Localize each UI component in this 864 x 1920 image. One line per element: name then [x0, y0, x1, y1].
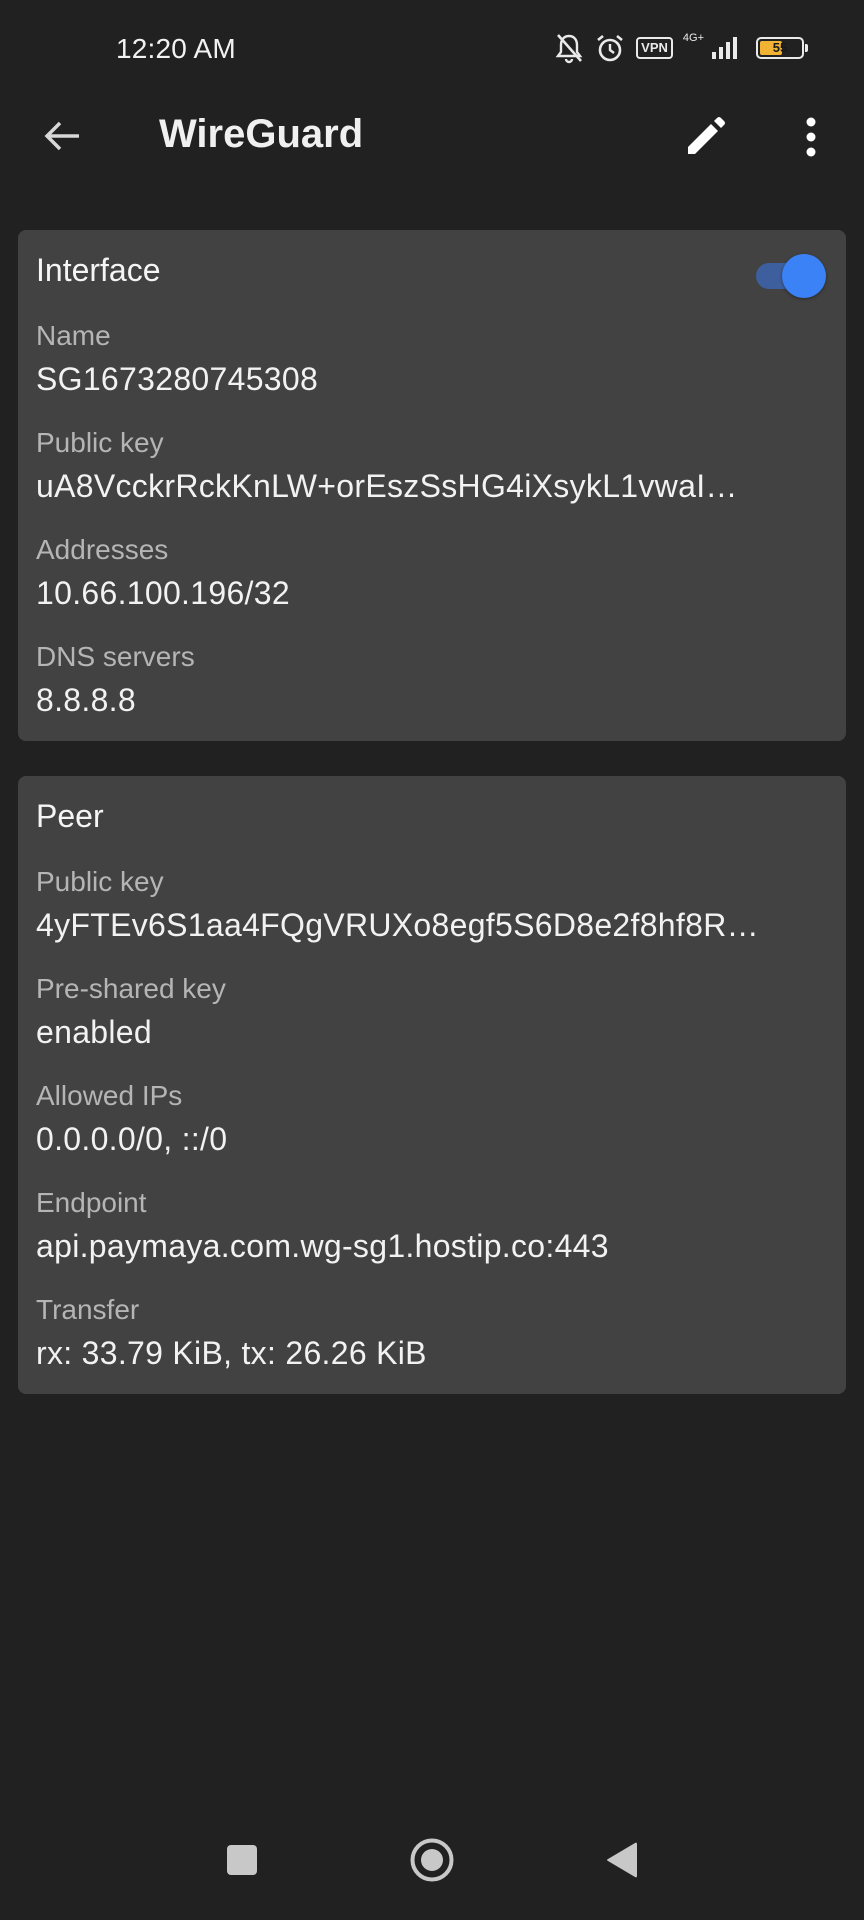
more-vert-icon — [806, 117, 816, 157]
name-label: Name — [36, 320, 111, 351]
dns-servers-value[interactable]: 8.8.8.8 — [36, 682, 836, 719]
interface-card: Interface Name SG1673280745308 Public ke… — [18, 230, 846, 741]
edit-button[interactable] — [680, 112, 730, 162]
nav-back-button[interactable] — [592, 1830, 652, 1890]
allowed-ips-label: Allowed IPs — [36, 1080, 183, 1111]
pencil-icon — [688, 117, 725, 154]
interface-title: Interface — [36, 252, 161, 288]
endpoint-label: Endpoint — [36, 1187, 147, 1218]
recents-button[interactable] — [212, 1830, 272, 1890]
alarm-icon — [594, 32, 626, 64]
vpn-icon: VPN — [636, 37, 673, 59]
home-button[interactable] — [402, 1830, 462, 1890]
signal-icon — [710, 35, 740, 61]
battery-icon: 55 — [756, 37, 808, 59]
peer-public-key-label: Public key — [36, 866, 164, 897]
recents-square-icon — [227, 1845, 257, 1875]
transfer-label: Transfer — [36, 1294, 140, 1325]
transfer-value[interactable]: rx: 33.79 KiB, tx: 26.26 KiB — [36, 1335, 836, 1372]
back-button[interactable] — [36, 110, 88, 162]
peer-title: Peer — [36, 798, 104, 834]
back-arrow-icon — [44, 121, 79, 151]
status-icons: VPN 4G+ 55 — [554, 30, 808, 66]
public-key-value[interactable]: uA8VcckrRckKnLW+orEszSsHG4iXsykL1vwaI… — [36, 468, 836, 505]
back-triangle-icon — [607, 1842, 637, 1878]
addresses-label: Addresses — [36, 534, 169, 565]
battery-level: 55 — [772, 40, 788, 55]
pre-shared-key-value[interactable]: enabled — [36, 1014, 836, 1051]
toggle-thumb — [782, 254, 826, 298]
tunnel-toggle[interactable] — [752, 250, 828, 300]
status-time: 12:20 AM — [116, 33, 236, 64]
more-options-button[interactable] — [786, 110, 836, 164]
home-circle-icon — [410, 1838, 454, 1882]
page-title: WireGuard — [159, 112, 364, 156]
peer-card: Peer Public key 4yFTEv6S1aa4FQgVRUXo8egf… — [18, 776, 846, 1394]
endpoint-value[interactable]: api.paymaya.com.wg-sg1.hostip.co:443 — [36, 1228, 836, 1265]
peer-public-key-value[interactable]: 4yFTEv6S1aa4FQgVRUXo8egf5S6D8e2f8hf8R… — [36, 907, 836, 944]
name-value: SG1673280745308 — [36, 361, 319, 397]
dns-servers-label: DNS servers — [36, 641, 195, 672]
system-nav-bar — [0, 1820, 864, 1920]
allowed-ips-value[interactable]: 0.0.0.0/0, ::/0 — [36, 1121, 836, 1158]
status-bar: 12:20 AM VPN 4G+ 55 — [0, 0, 864, 96]
addresses-value[interactable]: 10.66.100.196/32 — [36, 575, 836, 612]
notifications-off-icon — [554, 32, 584, 64]
pre-shared-key-label: Pre-shared key — [36, 973, 226, 1004]
network-type: 4G+ — [682, 32, 704, 44]
public-key-label: Public key — [36, 427, 164, 458]
